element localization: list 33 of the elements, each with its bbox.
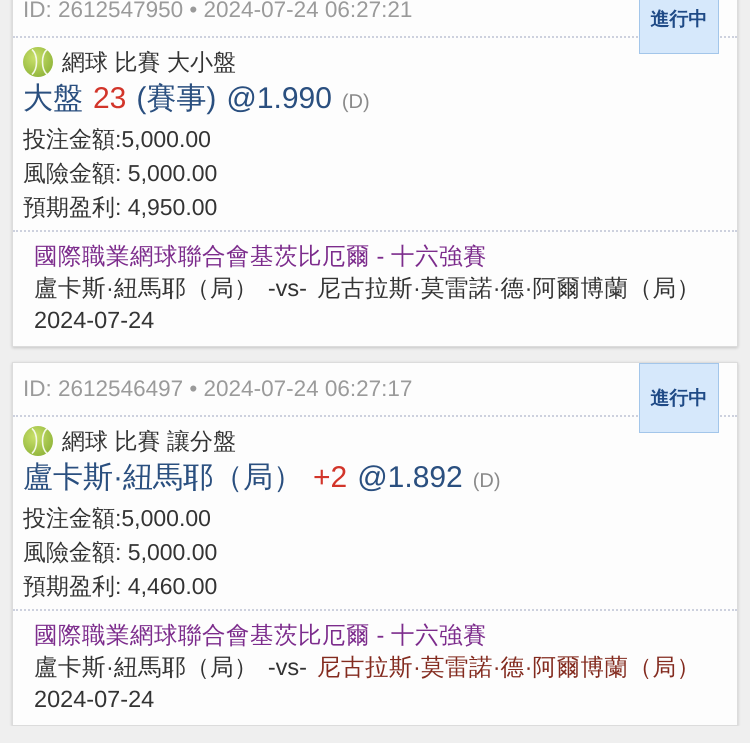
stake-amount: 投注金額:5,000.00 — [23, 504, 212, 533]
home-team: 盧卡斯·紐馬耶（局） — [34, 274, 258, 303]
tennis-ball-icon — [23, 426, 53, 456]
match-date: 2024-07-24 — [34, 306, 156, 335]
bet-id-timestamp: ID: 2612547950 • 2024-07-24 06:27:21 — [23, 0, 412, 23]
bet-market-label: 網球 比賽 讓分盤 — [62, 426, 236, 456]
selection-text: 大盤 — [23, 81, 83, 117]
odds-format: (D) — [472, 470, 501, 493]
selection-text: 盧卡斯·紐馬耶（局） — [23, 460, 303, 496]
league-name: 國際職業網球聯合會基茨比厄爾 - 十六強賽 — [34, 621, 488, 650]
odds-value: @1.990 — [226, 82, 332, 116]
away-team: 尼古拉斯·莫雷諾·德·阿爾博蘭（局） — [316, 653, 700, 682]
handicap-line: +2 — [313, 461, 348, 495]
odds-value: @1.892 — [357, 461, 463, 495]
status-badge: 進行中 — [639, 363, 719, 433]
bet-market-label: 網球 比賽 大小盤 — [62, 48, 236, 76]
tennis-ball-icon — [23, 47, 53, 77]
match-date: 2024-07-24 — [34, 685, 156, 714]
expected-profit: 預期盈利: 4,950.00 — [23, 193, 218, 222]
status-badge: 進行中 — [639, 0, 719, 54]
risk-amount: 風險金額: 5,000.00 — [23, 538, 218, 567]
versus-label: -vs- — [268, 274, 307, 303]
odds-format: (D) — [342, 91, 370, 114]
risk-amount: 風險金額: 5,000.00 — [23, 159, 218, 188]
home-team: 盧卡斯·紐馬耶（局） — [34, 653, 258, 682]
league-name: 國際職業網球聯合會基茨比厄爾 - 十六強賽 — [34, 242, 488, 271]
versus-label: -vs- — [268, 653, 307, 682]
away-team: 尼古拉斯·莫雷諾·德·阿爾博蘭（局） — [316, 274, 700, 303]
stake-amount: 投注金額:5,000.00 — [23, 125, 212, 154]
bet-id-timestamp: ID: 2612546497 • 2024-07-24 06:27:17 — [23, 376, 412, 402]
selection-text: (賽事) — [136, 81, 216, 117]
handicap-line: 23 — [93, 82, 126, 116]
expected-profit: 預期盈利: 4,460.00 — [23, 572, 218, 601]
